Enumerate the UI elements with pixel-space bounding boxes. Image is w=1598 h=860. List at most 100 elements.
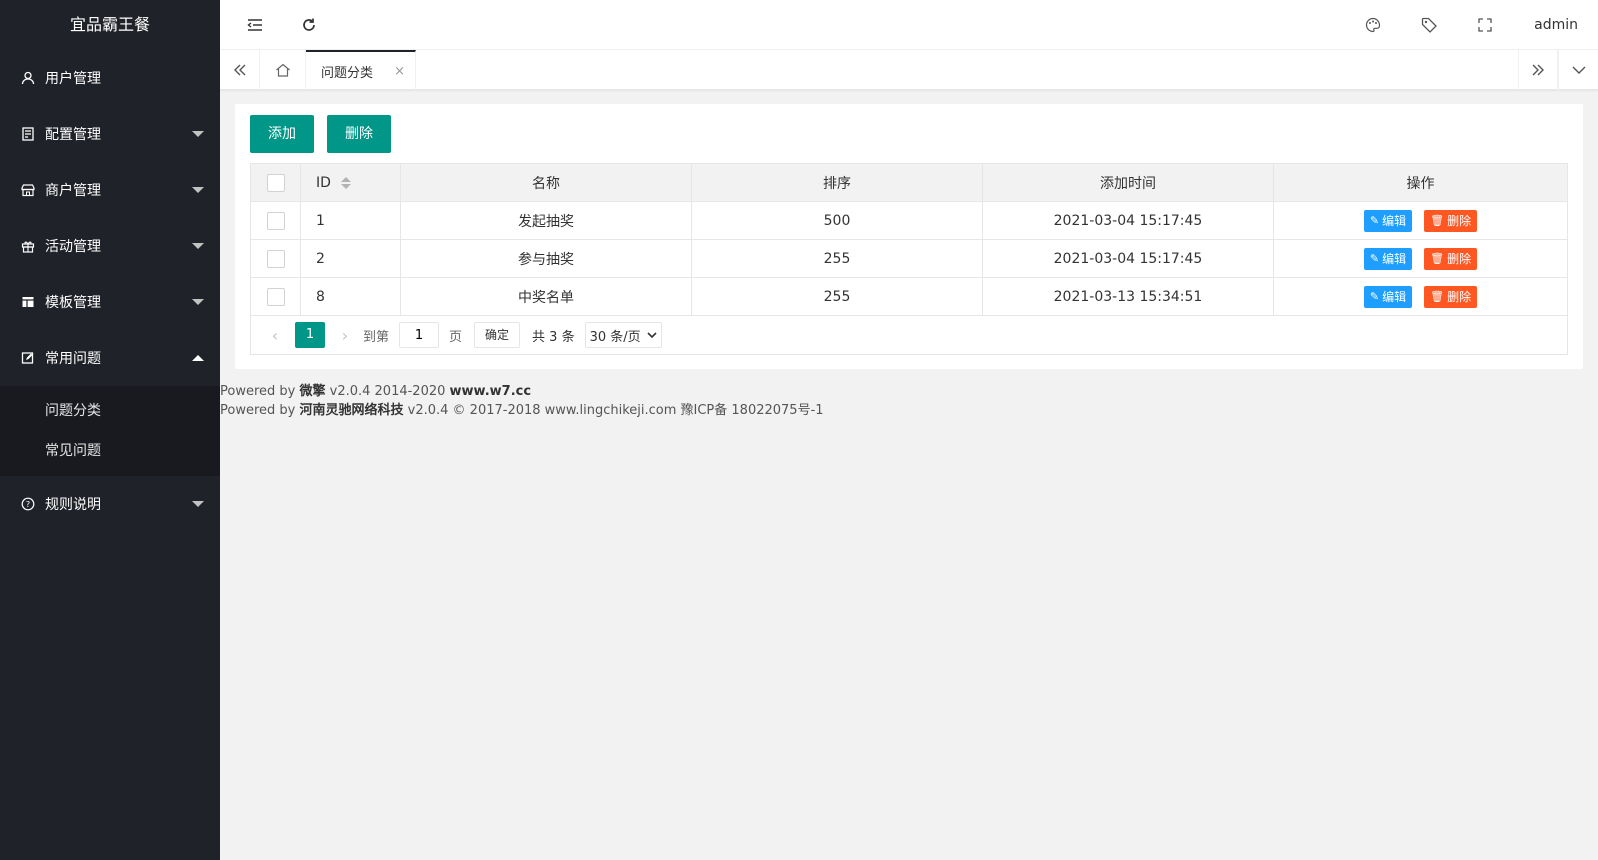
column-header-sort: 排序 <box>692 164 983 201</box>
edit-button[interactable]: ✎ 编辑 <box>1363 247 1413 270</box>
cell-sort: 255 <box>692 240 983 277</box>
app-logo-title[interactable]: 宜品霸王餐 <box>0 0 220 50</box>
tab-bar: 问题分类 × <box>220 50 1598 90</box>
sidebar-item-label: 配置管理 <box>45 127 101 143</box>
delete-button[interactable]: 🗑 删除 <box>1424 209 1478 232</box>
close-icon[interactable]: × <box>394 64 405 79</box>
refresh-icon[interactable] <box>300 16 318 34</box>
user-icon <box>20 70 36 86</box>
footer-link-w7[interactable]: www.w7.cc <box>450 384 532 399</box>
edit-button[interactable]: ✎ 编辑 <box>1363 209 1413 232</box>
footer: Powered by 微擎 v2.0.4 2014-2020 www.w7.cc… <box>220 382 824 420</box>
config-icon <box>20 126 36 142</box>
home-icon[interactable] <box>260 50 306 90</box>
chevron-down-icon <box>192 243 204 249</box>
row-checkbox[interactable] <box>266 249 285 268</box>
cell-time: 2021-03-04 15:17:45 <box>983 202 1274 239</box>
delete-button[interactable]: 🗑 删除 <box>1424 285 1478 308</box>
content-card: 添加 删除 ID 名称 排序 添加时间 操作 1 发起抽奖 500 2021-0… <box>235 104 1583 369</box>
goto-confirm-button[interactable]: 确定 <box>474 322 521 348</box>
sidebar-item-config-management[interactable]: 配置管理 <box>0 106 220 162</box>
prev-page-icon[interactable]: ‹ <box>263 326 287 345</box>
pagination: ‹ 1 › 到第 页 确定 共 3 条 30 条/页 <box>251 316 1567 354</box>
pencil-icon: ✎ <box>1369 213 1380 227</box>
chevron-down-icon <box>192 501 204 507</box>
table-row: 2 参与抽奖 255 2021-03-04 15:17:45 ✎ 编辑 🗑 删除 <box>251 240 1567 278</box>
pencil-icon: ✎ <box>1369 289 1380 303</box>
column-header-id[interactable]: ID <box>301 164 401 201</box>
footer-brand-w7: 微擎 <box>299 384 326 399</box>
tag-icon[interactable] <box>1420 16 1438 34</box>
cell-name: 参与抽奖 <box>401 240 692 277</box>
fullscreen-icon[interactable] <box>1476 16 1494 34</box>
sidebar-item-merchant-management[interactable]: 商户管理 <box>0 162 220 218</box>
footer-line-2: Powered by 河南灵驰网络科技 v2.0.4 © 2017-2018 w… <box>220 403 824 418</box>
question-icon: ? <box>20 496 36 512</box>
gift-icon <box>20 238 36 254</box>
trash-icon: 🗑 <box>1430 213 1445 227</box>
row-checkbox[interactable] <box>266 287 285 306</box>
sidebar-item-faq[interactable]: 常用问题 <box>0 330 220 386</box>
select-all-cell <box>251 164 301 201</box>
template-icon <box>20 294 36 310</box>
chevron-down-icon <box>647 331 657 338</box>
cell-name: 中奖名单 <box>401 278 692 315</box>
cell-id: 2 <box>301 240 401 277</box>
sidebar-item-activity-management[interactable]: 活动管理 <box>0 218 220 274</box>
goto-page-input[interactable] <box>399 322 440 348</box>
sidebar-item-user-management[interactable]: 用户管理 <box>0 50 220 106</box>
tab-label: 问题分类 <box>321 65 374 81</box>
per-page-select[interactable]: 30 条/页 <box>584 322 662 348</box>
trash-icon: 🗑 <box>1430 289 1445 303</box>
batch-delete-button[interactable]: 删除 <box>327 115 391 153</box>
sidebar-subitem-common-questions[interactable]: 常见问题 <box>0 431 220 471</box>
pencil-icon: ✎ <box>1369 251 1380 265</box>
row-checkbox[interactable] <box>266 211 285 230</box>
sort-icon[interactable] <box>340 176 351 189</box>
sidebar-item-rules[interactable]: ? 规则说明 <box>0 476 220 532</box>
table-header-row: ID 名称 排序 添加时间 操作 <box>251 164 1567 202</box>
sidebar-item-template-management[interactable]: 模板管理 <box>0 274 220 330</box>
edit-button[interactable]: ✎ 编辑 <box>1363 285 1413 308</box>
trash-icon: 🗑 <box>1430 251 1445 265</box>
delete-button[interactable]: 🗑 删除 <box>1424 247 1478 270</box>
cell-name: 发起抽奖 <box>401 202 692 239</box>
chevron-up-icon <box>192 355 204 361</box>
tabs-menu-chevron-down-icon[interactable] <box>1558 50 1598 90</box>
store-icon <box>20 182 36 198</box>
select-all-checkbox[interactable] <box>266 173 285 192</box>
tabs-scroll-left-icon[interactable] <box>220 50 260 90</box>
tab-question-category[interactable]: 问题分类 × <box>306 50 416 90</box>
data-table: ID 名称 排序 添加时间 操作 1 发起抽奖 500 2021-03-04 1… <box>250 163 1568 355</box>
table-row: 1 发起抽奖 500 2021-03-04 15:17:45 ✎ 编辑 🗑 删除 <box>251 202 1567 240</box>
tabs-scroll-right-icon[interactable] <box>1518 50 1558 90</box>
cell-time: 2021-03-04 15:17:45 <box>983 240 1274 277</box>
menu-collapse-icon[interactable] <box>246 16 264 34</box>
chevron-down-icon <box>192 299 204 305</box>
chevron-down-icon <box>192 131 204 137</box>
next-page-icon[interactable]: › <box>333 326 357 345</box>
svg-text:?: ? <box>26 500 30 509</box>
sidebar-subitem-question-category[interactable]: 问题分类 <box>0 391 220 431</box>
sidebar-item-label: 模板管理 <box>45 295 101 311</box>
cell-id: 8 <box>301 278 401 315</box>
top-header: admin <box>220 0 1598 50</box>
sidebar-item-label: 规则说明 <box>45 497 101 513</box>
chevron-down-icon <box>192 187 204 193</box>
cell-sort: 500 <box>692 202 983 239</box>
column-header-time: 添加时间 <box>983 164 1274 201</box>
footer-brand-lingchi: 河南灵驰网络科技 <box>299 403 404 418</box>
column-header-actions: 操作 <box>1406 175 1435 192</box>
cell-id: 1 <box>301 202 401 239</box>
theme-palette-icon[interactable] <box>1364 16 1382 34</box>
faq-submenu: 问题分类 常见问题 <box>0 386 220 476</box>
sidebar-item-label: 常用问题 <box>45 351 101 367</box>
sidebar-item-label: 活动管理 <box>45 239 101 255</box>
help-edit-icon <box>20 350 36 366</box>
user-menu[interactable]: admin <box>1534 0 1578 50</box>
total-count: 共 3 条 <box>532 329 575 345</box>
cell-sort: 255 <box>692 278 983 315</box>
table-row: 8 中奖名单 255 2021-03-13 15:34:51 ✎ 编辑 🗑 删除 <box>251 278 1567 316</box>
add-button[interactable]: 添加 <box>250 115 314 153</box>
page-number-current[interactable]: 1 <box>295 322 325 348</box>
